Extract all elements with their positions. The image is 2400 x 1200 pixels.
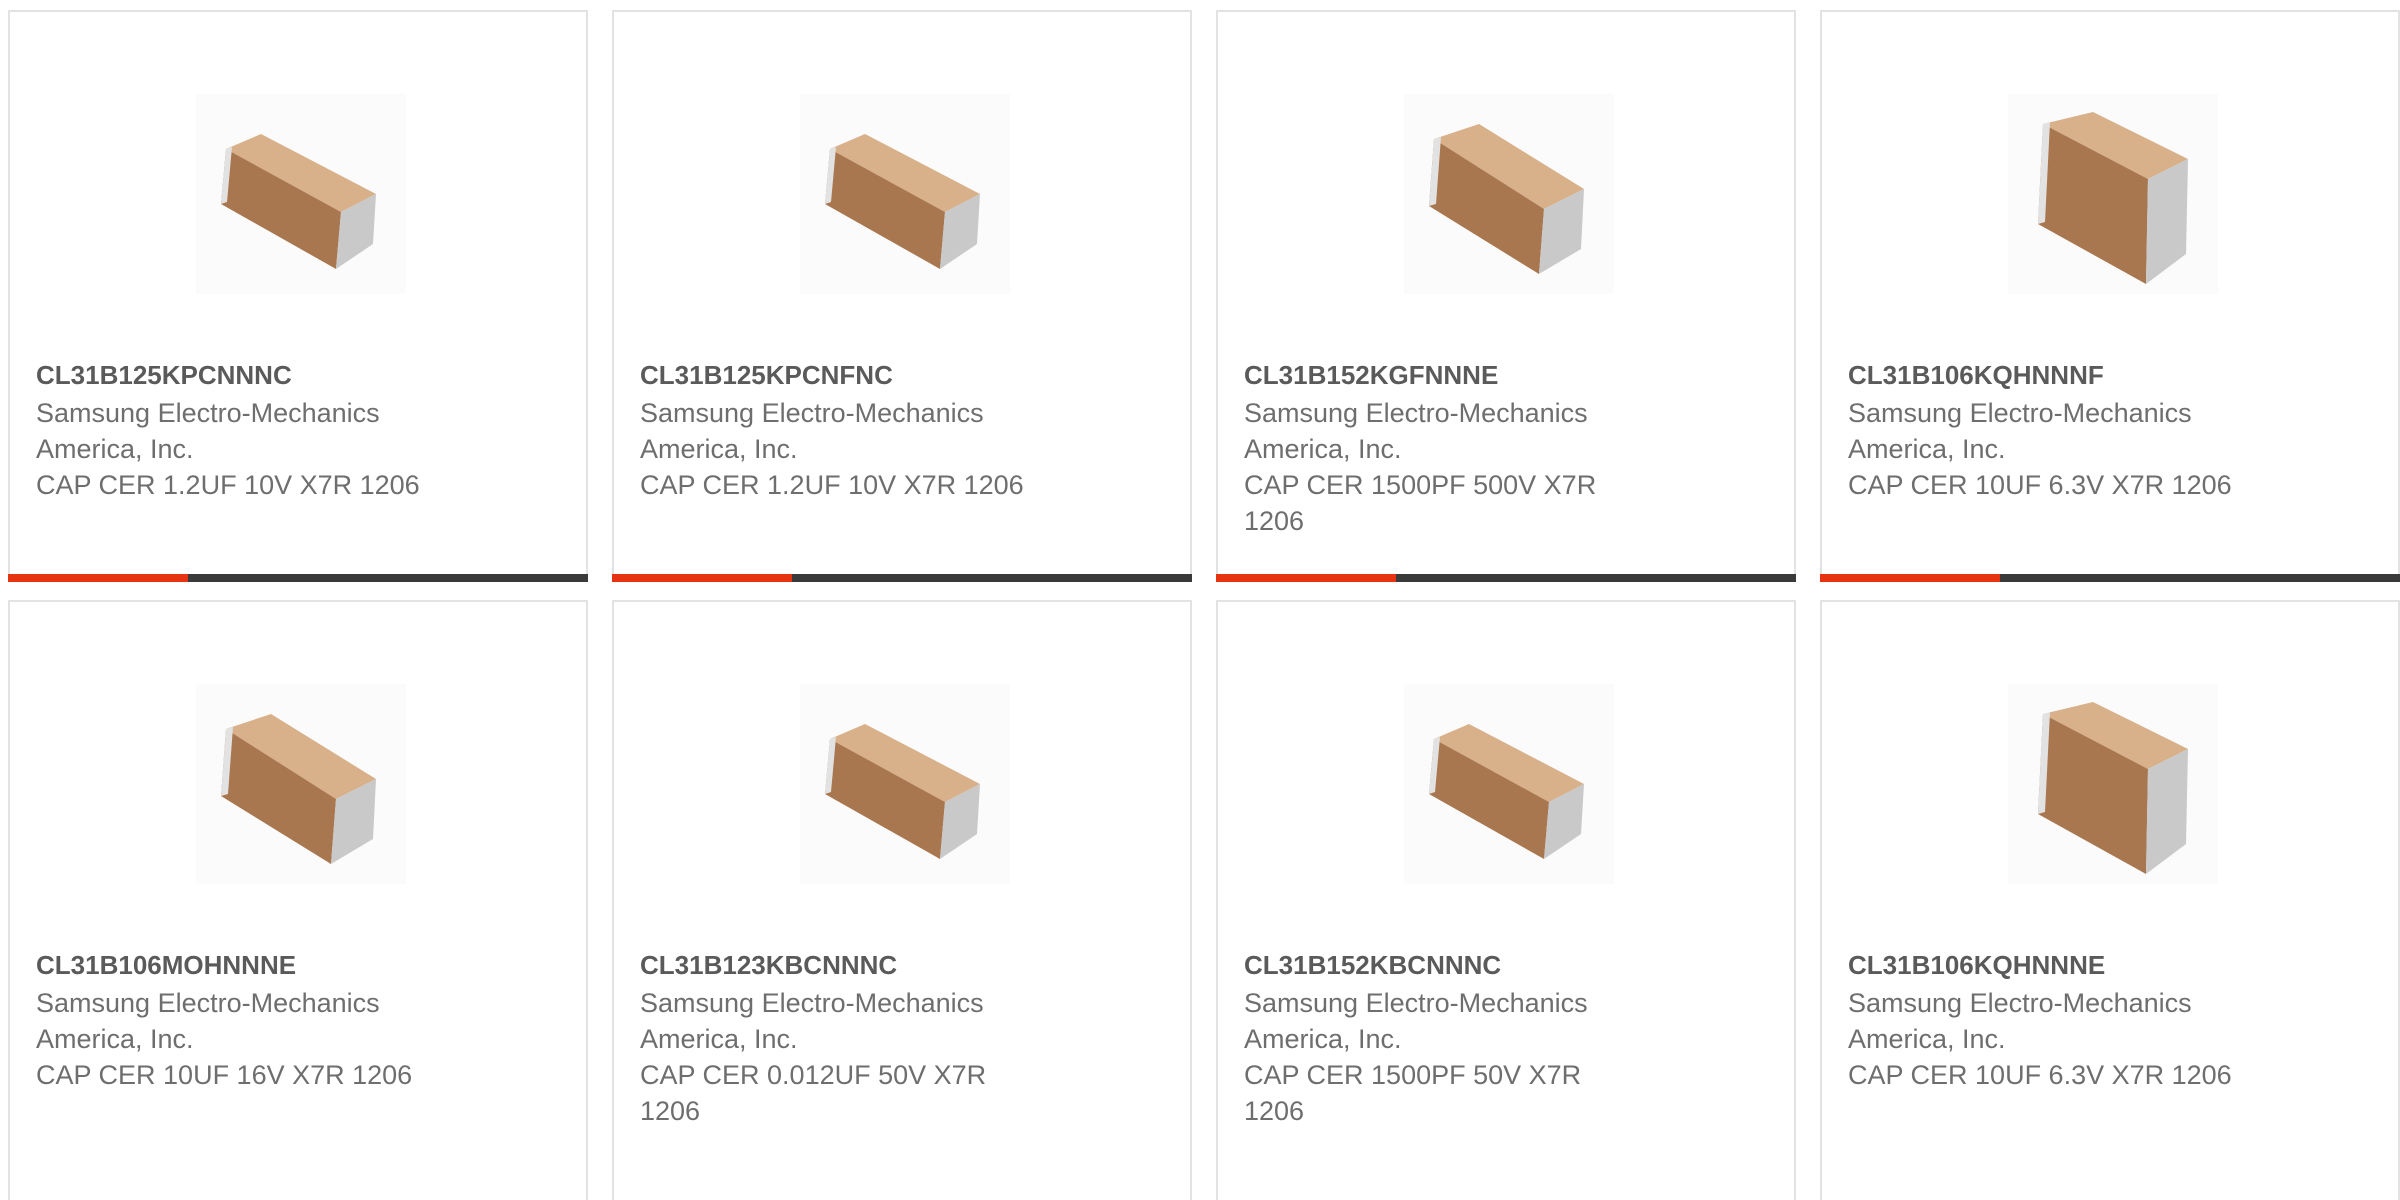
manufacturer-name: Samsung Electro-Mechanics America, Inc.	[1244, 988, 1588, 1054]
card-progress-fill	[612, 574, 792, 582]
part-number[interactable]: CL31B152KGFNNNE	[1244, 357, 1498, 393]
card-progress-fill	[8, 574, 188, 582]
manufacturer-name: Samsung Electro-Mechanics America, Inc.	[36, 988, 380, 1054]
product-card[interactable]: CL31B106KQHNNNE Samsung Electro-Mechanic…	[1820, 600, 2400, 1200]
product-description: CAP CER 10UF 6.3V X7R 1206	[1848, 470, 2232, 500]
ceramic-capacitor-chip-icon	[221, 714, 376, 864]
product-description: CAP CER 1.2UF 10V X7R 1206	[640, 470, 1024, 500]
part-number[interactable]: CL31B125KPCNNNC	[36, 357, 292, 393]
product-description: CAP CER 10UF 16V X7R 1206	[36, 1060, 413, 1090]
product-image[interactable]	[1404, 94, 1614, 294]
product-card[interactable]: CL31B125KPCNFNC Samsung Electro-Mechanic…	[612, 10, 1192, 582]
product-image[interactable]	[800, 684, 1010, 884]
ceramic-capacitor-chip-icon	[2038, 112, 2188, 284]
manufacturer-name: Samsung Electro-Mechanics America, Inc.	[1848, 988, 2192, 1054]
manufacturer-name: Samsung Electro-Mechanics America, Inc.	[1244, 398, 1588, 464]
ceramic-capacitor-chip-icon	[825, 724, 980, 859]
product-description: CAP CER 10UF 6.3V X7R 1206	[1848, 1060, 2232, 1090]
product-card[interactable]: CL31B106KQHNNNF Samsung Electro-Mechanic…	[1820, 10, 2400, 582]
manufacturer-name: Samsung Electro-Mechanics America, Inc.	[36, 398, 380, 464]
part-number[interactable]: CL31B125KPCNFNC	[640, 357, 893, 393]
product-grid: CL31B125KPCNNNC Samsung Electro-Mechanic…	[0, 0, 2400, 1200]
manufacturer-name: Samsung Electro-Mechanics America, Inc.	[640, 988, 984, 1054]
manufacturer-name: Samsung Electro-Mechanics America, Inc.	[640, 398, 984, 464]
card-progress-bar	[612, 574, 1192, 582]
product-description: CAP CER 1.2UF 10V X7R 1206	[36, 470, 420, 500]
ceramic-capacitor-chip-icon	[1429, 124, 1584, 274]
ceramic-capacitor-chip-icon	[1429, 724, 1584, 859]
card-progress-bar	[8, 574, 588, 582]
part-number[interactable]: CL31B123KBCNNNC	[640, 947, 897, 983]
product-description: CAP CER 1500PF 50V X7R 1206	[1244, 1060, 1582, 1126]
product-description: CAP CER 0.012UF 50V X7R 1206	[640, 1060, 987, 1126]
product-card[interactable]: CL31B106MOHNNNE Samsung Electro-Mechanic…	[8, 600, 588, 1200]
manufacturer-name: Samsung Electro-Mechanics America, Inc.	[1848, 398, 2192, 464]
ceramic-capacitor-chip-icon	[825, 134, 980, 269]
card-progress-fill	[1820, 574, 2000, 582]
ceramic-capacitor-chip-icon	[221, 134, 376, 269]
product-image[interactable]	[1404, 684, 1614, 884]
product-description: CAP CER 1500PF 500V X7R 1206	[1244, 470, 1597, 536]
part-number[interactable]: CL31B152KBCNNNC	[1244, 947, 1501, 983]
product-card[interactable]: CL31B152KGFNNNE Samsung Electro-Mechanic…	[1216, 10, 1796, 582]
card-progress-fill	[1216, 574, 1396, 582]
product-image[interactable]	[800, 94, 1010, 294]
part-number[interactable]: CL31B106KQHNNNF	[1848, 357, 2104, 393]
product-card[interactable]: CL31B123KBCNNNC Samsung Electro-Mechanic…	[612, 600, 1192, 1200]
product-image[interactable]	[196, 94, 406, 294]
product-card[interactable]: CL31B125KPCNNNC Samsung Electro-Mechanic…	[8, 10, 588, 582]
product-image[interactable]	[196, 684, 406, 884]
product-image[interactable]	[2008, 94, 2218, 294]
product-image[interactable]	[2008, 684, 2218, 884]
part-number[interactable]: CL31B106MOHNNNE	[36, 947, 296, 983]
ceramic-capacitor-chip-icon	[2038, 702, 2188, 874]
product-card[interactable]: CL31B152KBCNNNC Samsung Electro-Mechanic…	[1216, 600, 1796, 1200]
part-number[interactable]: CL31B106KQHNNNE	[1848, 947, 2105, 983]
card-progress-bar	[1820, 574, 2400, 582]
card-progress-bar	[1216, 574, 1796, 582]
